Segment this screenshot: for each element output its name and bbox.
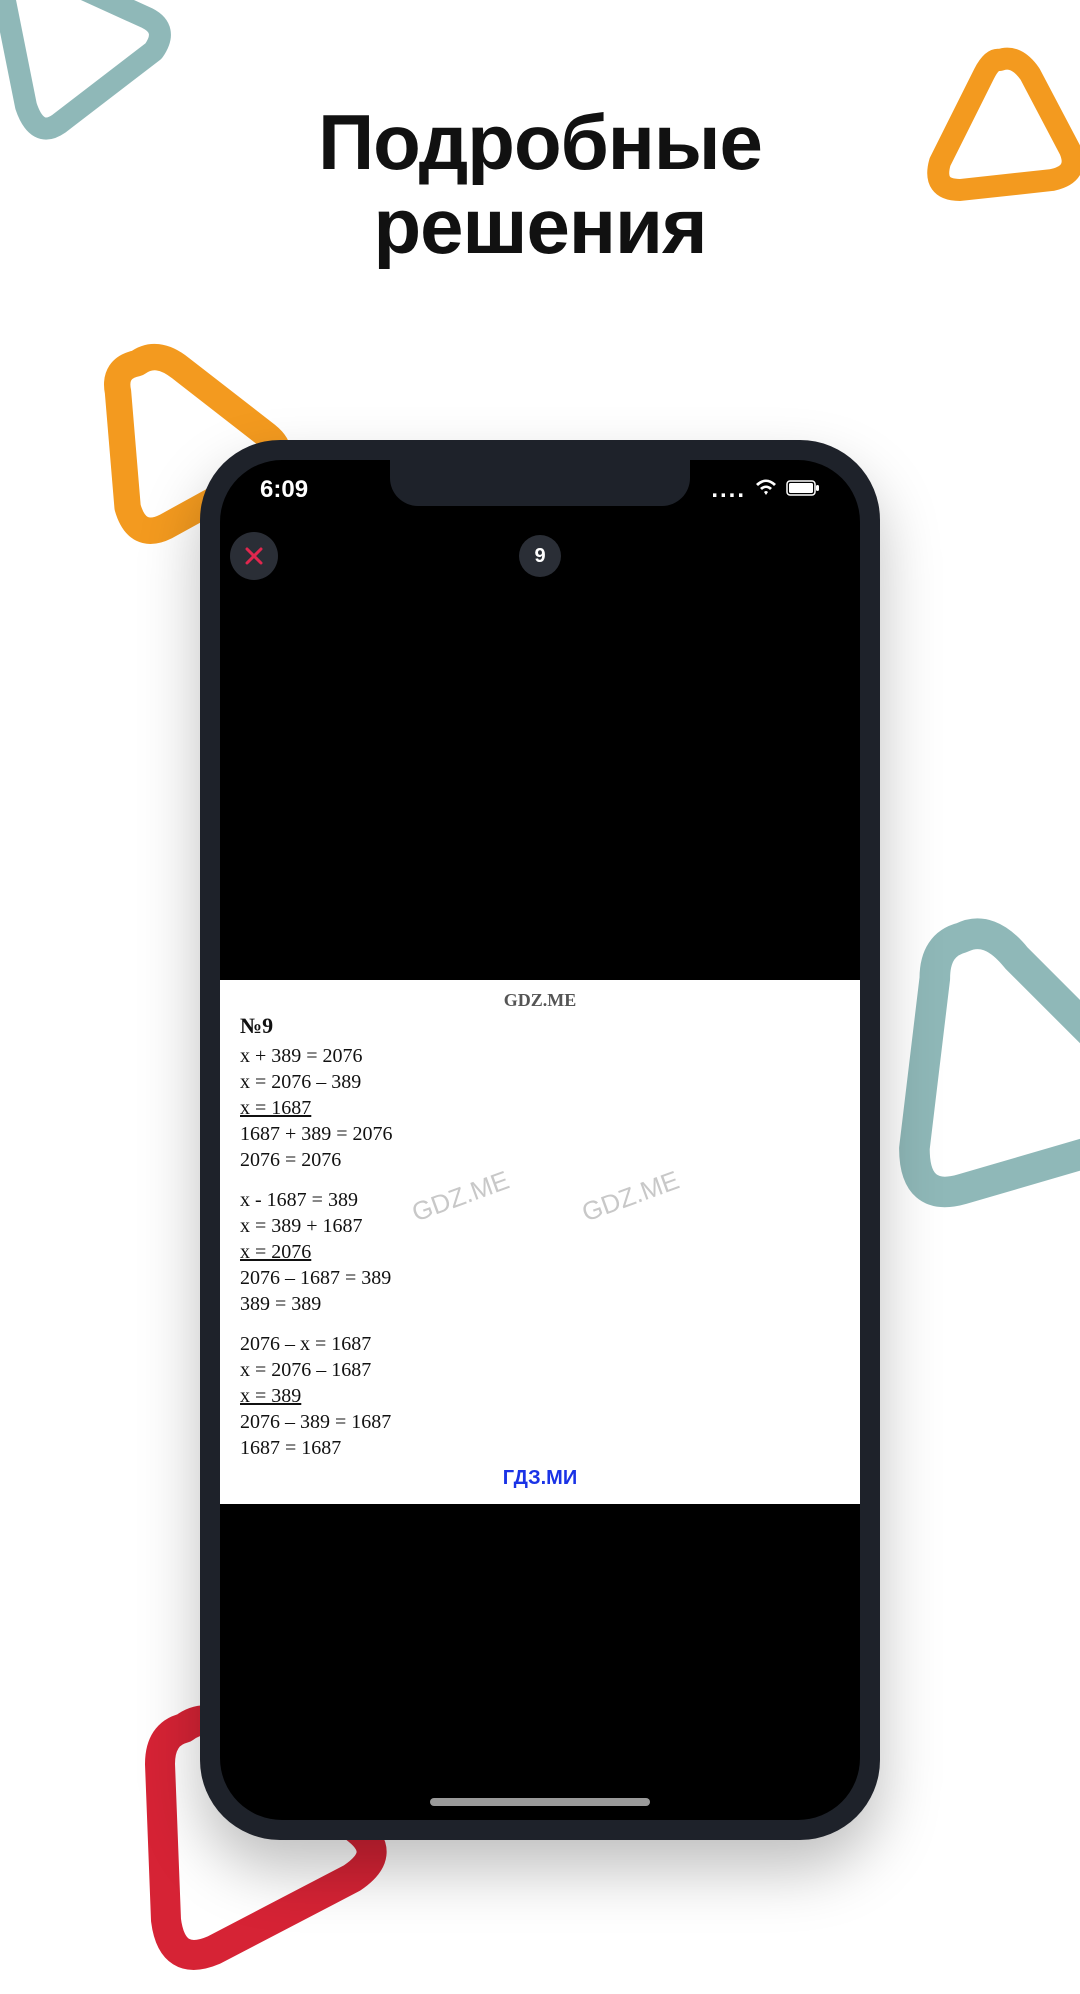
solution-line: 1687 + 389 = 2076 (240, 1121, 840, 1147)
solution-line: 1687 = 1687 (240, 1435, 840, 1461)
headline: Подробные решения (0, 100, 1080, 268)
solution-line: x = 1687 (240, 1095, 840, 1121)
solution-line: x = 2076 – 389 (240, 1069, 840, 1095)
solution-line: x - 1687 = 389 (240, 1187, 840, 1213)
status-time: 6:09 (260, 476, 308, 504)
solution-block-1: x + 389 = 2076x = 2076 – 389x = 16871687… (240, 1043, 840, 1173)
solution-line: 2076 – 389 = 1687 (240, 1409, 840, 1435)
solution-line: x = 389 + 1687 (240, 1213, 840, 1239)
solution-block-3: 2076 – x = 1687x = 2076 – 1687x = 389207… (240, 1331, 840, 1461)
nav-bar: 9 (220, 526, 860, 586)
phone-notch (390, 460, 690, 506)
status-cellular-icon: .... (711, 476, 746, 504)
battery-icon (786, 476, 820, 504)
solution-block-2: GDZ.ME GDZ.ME x - 1687 = 389x = 389 + 16… (240, 1187, 840, 1317)
solution-line: 2076 = 2076 (240, 1147, 840, 1173)
solution-line: 2076 – 1687 = 389 (240, 1265, 840, 1291)
solution-line: x = 389 (240, 1383, 840, 1409)
close-button[interactable] (230, 532, 278, 580)
solution-line: 389 = 389 (240, 1291, 840, 1317)
watermark-top: GDZ.ME (240, 990, 840, 1011)
nav-title: 9 (519, 535, 561, 577)
home-indicator[interactable] (430, 1798, 650, 1806)
headline-line2: решения (0, 184, 1080, 268)
solution-line: x = 2076 (240, 1239, 840, 1265)
solution-line: 2076 – x = 1687 (240, 1331, 840, 1357)
solution-title: №9 (240, 1013, 840, 1039)
wifi-icon (754, 476, 778, 504)
phone-mockup: 6:09 .... 9 GDZ.ME №9 (200, 440, 880, 1840)
headline-line1: Подробные (0, 100, 1080, 184)
solution-line: x + 389 = 2076 (240, 1043, 840, 1069)
decor-triangle-teal-right (860, 890, 1080, 1230)
close-icon (243, 545, 265, 567)
phone-screen: 6:09 .... 9 GDZ.ME №9 (220, 460, 860, 1820)
solution-line: x = 2076 – 1687 (240, 1357, 840, 1383)
footer-brand: ГДЗ.МИ (240, 1467, 840, 1490)
solution-content[interactable]: GDZ.ME №9 x + 389 = 2076x = 2076 – 389x … (220, 980, 860, 1504)
